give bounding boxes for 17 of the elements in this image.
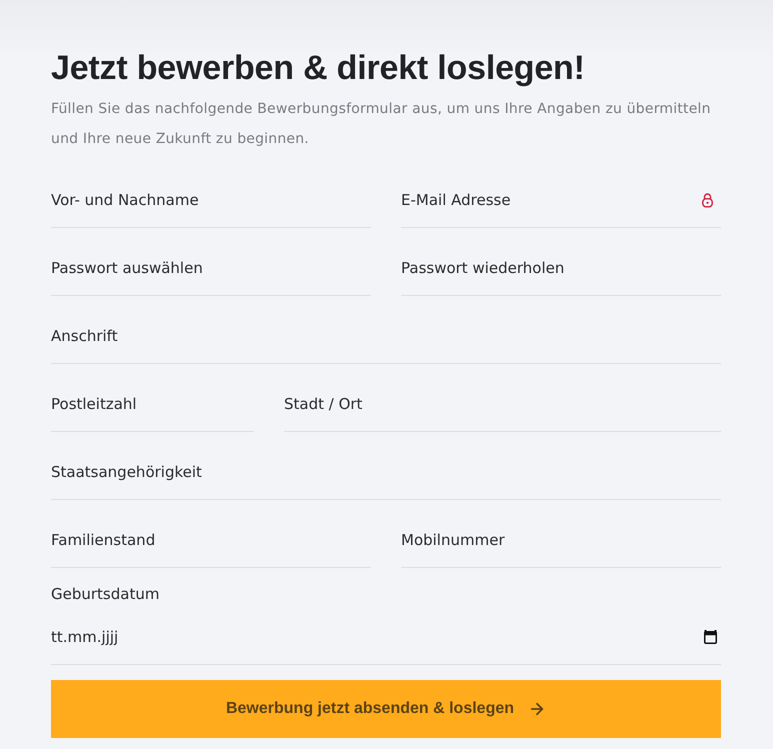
lock-icon[interactable] bbox=[702, 192, 713, 208]
intro-text: Füllen Sie das nachfolgende Bewerbungsformular aus, um uns Ihre Angaben zu übermitteln und Ihre neue Zukunft zu beginnen. bbox=[51, 100, 712, 149]
input-field[interactable]: Postleitzahl bbox=[51, 376, 254, 432]
submit-button[interactable]: Bewerbung jetzt absenden & loslegen bbox=[51, 680, 721, 738]
field-label: Geburtsdatum bbox=[51, 584, 160, 605]
input-field[interactable]: Stadt / Ort bbox=[284, 376, 721, 432]
date-field[interactable]: tt.mm.jjjj bbox=[51, 609, 721, 665]
input-field[interactable]: Passwort wiederholen bbox=[401, 240, 721, 296]
input-field[interactable]: Familienstand bbox=[51, 512, 371, 568]
email-field[interactable]: E-Mail Adresse bbox=[401, 172, 721, 228]
input-field[interactable]: Mobilnummer bbox=[401, 512, 721, 568]
input-field[interactable]: Anschrift bbox=[51, 308, 721, 364]
input-field[interactable]: Passwort auswählen bbox=[51, 240, 371, 296]
input-field[interactable]: Staatsangehörigkeit bbox=[51, 444, 721, 500]
calendar-icon[interactable] bbox=[704, 630, 717, 644]
page-heading: Jetzt bewerben & direkt loslegen! bbox=[51, 48, 586, 89]
input-field[interactable]: Vor- und Nachname bbox=[51, 172, 371, 228]
